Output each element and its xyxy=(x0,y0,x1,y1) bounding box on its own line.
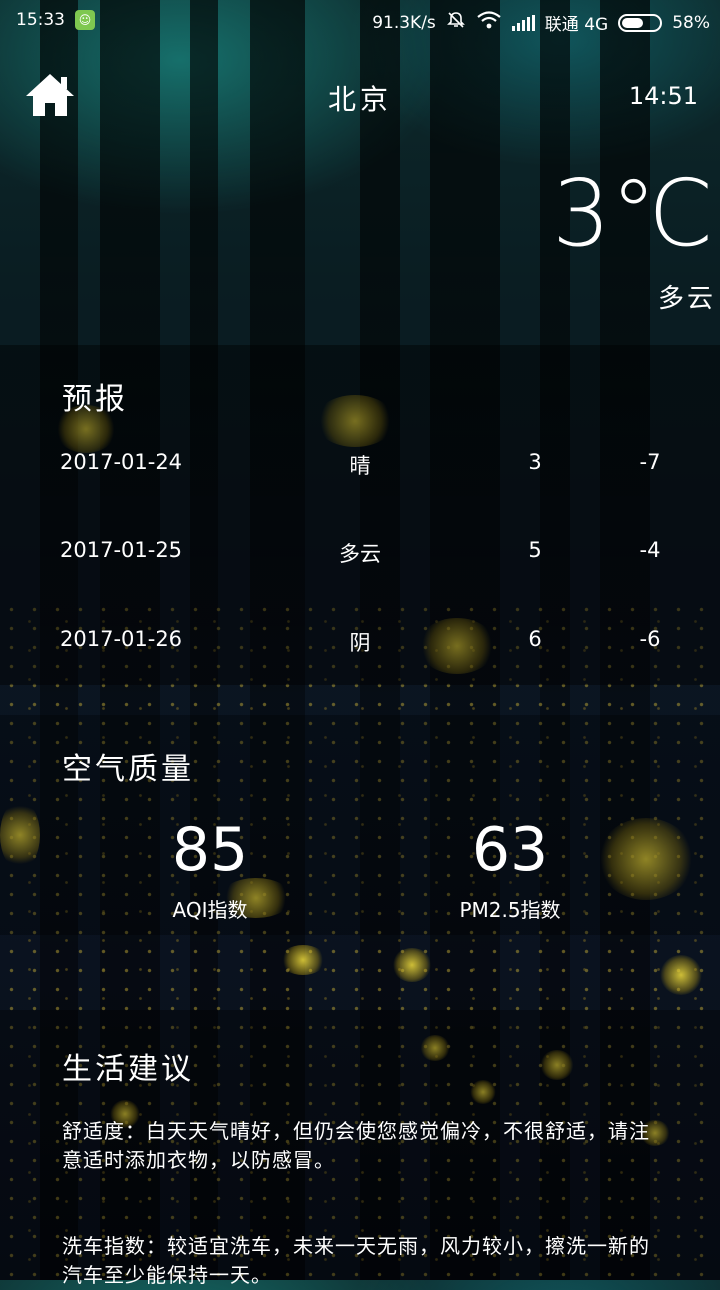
firefly-glow xyxy=(660,955,702,995)
forecast-low: -7 xyxy=(639,450,661,474)
aqi-block: 85 AQI指数 xyxy=(60,820,360,923)
forecast-high: 3 xyxy=(528,450,542,474)
pm25-block: 63 PM2.5指数 xyxy=(360,820,660,923)
carrier-label: 联通 4G xyxy=(544,15,609,35)
forecast-high: 5 xyxy=(528,538,542,562)
suggestion-title: 生活建议 xyxy=(62,1052,194,1087)
forecast-date: 2017-01-24 xyxy=(60,450,183,474)
firefly-glow xyxy=(392,948,432,982)
battery-icon xyxy=(618,13,663,32)
forecast-high: 6 xyxy=(528,627,542,651)
signal-icon xyxy=(511,14,535,31)
forecast-row: 2017-01-26 阴 6 -6 xyxy=(0,627,720,667)
update-time: 14:51 xyxy=(628,82,698,110)
forecast-title: 预报 xyxy=(62,382,128,417)
forecast-condition: 阴 xyxy=(349,631,371,655)
forecast-row: 2017-01-24 晴 3 -7 xyxy=(0,450,720,490)
current-temperature: 3℃ xyxy=(552,160,714,267)
comfort-tip: 舒适度：白天天气晴好，但仍会使您感觉偏冷，不很舒适，请注意适时添加衣物，以防感冒… xyxy=(62,1119,650,1172)
mute-icon xyxy=(446,10,466,35)
wifi-icon xyxy=(476,10,502,35)
network-speed: 91.3K/s xyxy=(372,12,436,33)
air-quality-title: 空气质量 xyxy=(62,752,194,787)
aqi-value: 85 xyxy=(171,815,249,885)
pm25-value: 63 xyxy=(471,815,549,885)
pm25-label: PM2.5指数 xyxy=(459,898,561,922)
car-wash-tip: 洗车指数：较适宜洗车，未来一天无雨，风力较小，擦洗一新的汽车至少能保持一天。 xyxy=(62,1234,650,1287)
forecast-low: -4 xyxy=(639,538,661,562)
forecast-condition: 晴 xyxy=(349,454,371,478)
forecast-date: 2017-01-25 xyxy=(60,538,183,562)
app-notification-icon: ☺ xyxy=(75,10,95,30)
status-time: 15:33 xyxy=(16,10,65,30)
status-bar: 15:33 ☺ 91.3K/s 联通 4G 58% xyxy=(0,0,720,40)
forecast-date: 2017-01-26 xyxy=(60,627,183,651)
current-condition: 多云 xyxy=(657,284,716,314)
city-name[interactable]: 北京 xyxy=(0,78,720,118)
forecast-low: -6 xyxy=(639,627,661,651)
firefly-glow xyxy=(280,945,326,975)
forecast-condition: 多云 xyxy=(339,542,381,566)
aqi-label: AQI指数 xyxy=(172,898,248,922)
forecast-row: 2017-01-25 多云 5 -4 xyxy=(0,538,720,578)
battery-percent: 58% xyxy=(672,12,710,33)
